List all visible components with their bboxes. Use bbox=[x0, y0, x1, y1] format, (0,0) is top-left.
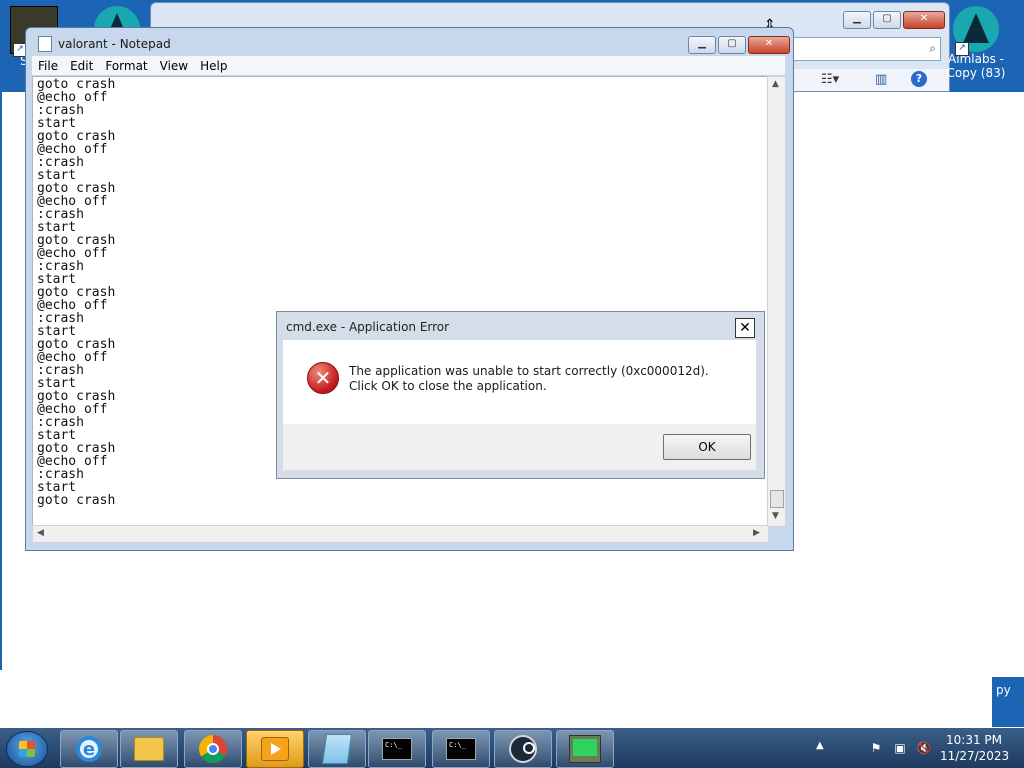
maximize-button[interactable]: ▢ bbox=[873, 11, 901, 29]
vertical-scrollbar[interactable]: ▲ ▼ bbox=[767, 76, 786, 527]
menu-bar: File Edit Format View Help bbox=[32, 56, 785, 75]
scroll-down-icon[interactable]: ▼ bbox=[772, 511, 779, 521]
cmd-icon: C:\_ bbox=[446, 738, 476, 760]
explorer-window-controls: ▁ ▢ ✕ bbox=[843, 11, 945, 29]
taskbar-steam[interactable] bbox=[494, 730, 552, 768]
show-hidden-icons-icon[interactable]: ▲ bbox=[816, 740, 824, 751]
dialog-title: cmd.exe - Application Error bbox=[286, 320, 450, 334]
taskbar-cmd-1[interactable]: C:\_ bbox=[368, 730, 426, 768]
taskbar-cmd-2[interactable]: C:\_ bbox=[432, 730, 490, 768]
action-center-icon[interactable]: ⚑ bbox=[868, 740, 884, 756]
search-box[interactable]: ⌕ bbox=[787, 37, 941, 61]
minimize-button[interactable]: ▁ bbox=[688, 36, 716, 54]
ok-button[interactable]: OK bbox=[663, 434, 751, 460]
menu-help[interactable]: Help bbox=[194, 59, 233, 73]
menu-edit[interactable]: Edit bbox=[64, 59, 99, 73]
search-icon: ⌕ bbox=[929, 41, 936, 55]
desktop-partial-label: py bbox=[996, 683, 1011, 697]
desktop-icon-label-2: Copy (83) bbox=[946, 66, 1006, 80]
taskbar-task-manager[interactable] bbox=[556, 730, 614, 768]
scroll-up-icon[interactable]: ▲ bbox=[772, 79, 779, 89]
horizontal-scrollbar[interactable]: ◀ ▶ bbox=[32, 525, 769, 543]
taskbar-notepad[interactable] bbox=[308, 730, 366, 768]
clock-time: 10:31 PM bbox=[946, 733, 1002, 747]
task-manager-icon bbox=[569, 735, 601, 763]
preview-pane-icon[interactable]: ▥ bbox=[875, 72, 887, 87]
aimlabs-icon: ↗ bbox=[953, 6, 999, 56]
notepad-icon bbox=[321, 734, 353, 764]
scroll-thumb[interactable] bbox=[770, 490, 784, 508]
desktop-edge bbox=[0, 92, 2, 670]
menu-view[interactable]: View bbox=[154, 59, 194, 73]
close-button[interactable]: ✕ bbox=[748, 36, 790, 54]
help-icon[interactable]: ? bbox=[911, 71, 927, 87]
menu-format[interactable]: Format bbox=[99, 59, 153, 73]
taskbar-internet-explorer[interactable]: e bbox=[60, 730, 118, 768]
error-icon: ✕ bbox=[307, 362, 339, 394]
steam-icon bbox=[509, 735, 537, 763]
chrome-icon bbox=[199, 735, 227, 763]
scroll-right-icon[interactable]: ▶ bbox=[753, 528, 760, 538]
editor-content: goto crash @echo off:crash start goto crash… bbox=[37, 78, 115, 507]
shortcut-arrow-icon: ↗ bbox=[955, 42, 969, 56]
scroll-left-icon[interactable]: ◀ bbox=[37, 528, 44, 538]
menu-file[interactable]: File bbox=[32, 59, 64, 73]
view-options-icon[interactable]: ☷▾ bbox=[821, 72, 839, 87]
network-icon[interactable]: ▣ bbox=[892, 740, 908, 756]
internet-explorer-icon: e bbox=[76, 736, 102, 762]
taskbar-chrome[interactable] bbox=[184, 730, 242, 768]
start-button[interactable] bbox=[6, 731, 48, 767]
window-title: valorant - Notepad bbox=[58, 37, 171, 51]
close-button[interactable]: ✕ bbox=[903, 11, 945, 29]
clock[interactable]: 10:31 PM 11/27/2023 bbox=[940, 732, 1010, 764]
taskbar: e C:\_ C:\_ ▲ ⚑ ▣ 🔇 10:31 PM 11/27/2023 bbox=[0, 728, 1024, 768]
notepad-window-controls: ▁ ▢ ✕ bbox=[688, 36, 790, 54]
clock-date: 11/27/2023 bbox=[940, 749, 1010, 763]
maximize-button[interactable]: ▢ bbox=[718, 36, 746, 54]
dialog-body: ✕ The application was unable to start co… bbox=[283, 340, 756, 424]
taskbar-media-player[interactable] bbox=[246, 730, 304, 768]
error-message: The application was unable to start corr… bbox=[349, 364, 709, 393]
desktop-icon-aimlabs-copy[interactable]: ↗ Aimlabs - Copy (83) bbox=[946, 6, 1006, 80]
minimize-button[interactable]: ▁ bbox=[843, 11, 871, 29]
cmd-icon: C:\_ bbox=[382, 738, 412, 760]
dialog-footer: OK bbox=[283, 424, 756, 470]
close-icon[interactable]: ✕ bbox=[735, 318, 755, 338]
editor-line: goto crash bbox=[37, 493, 116, 508]
taskbar-windows-explorer[interactable] bbox=[120, 730, 178, 768]
media-player-icon bbox=[261, 737, 289, 761]
system-tray: ▲ ⚑ ▣ 🔇 10:31 PM 11/27/2023 bbox=[812, 728, 1024, 768]
volume-muted-icon[interactable]: 🔇 bbox=[916, 740, 932, 756]
folder-icon bbox=[134, 737, 164, 761]
notepad-icon bbox=[38, 36, 52, 52]
error-dialog[interactable]: cmd.exe - Application Error ✕ ✕ The appl… bbox=[276, 311, 765, 479]
desktop-partial-icon[interactable]: py bbox=[992, 677, 1024, 727]
